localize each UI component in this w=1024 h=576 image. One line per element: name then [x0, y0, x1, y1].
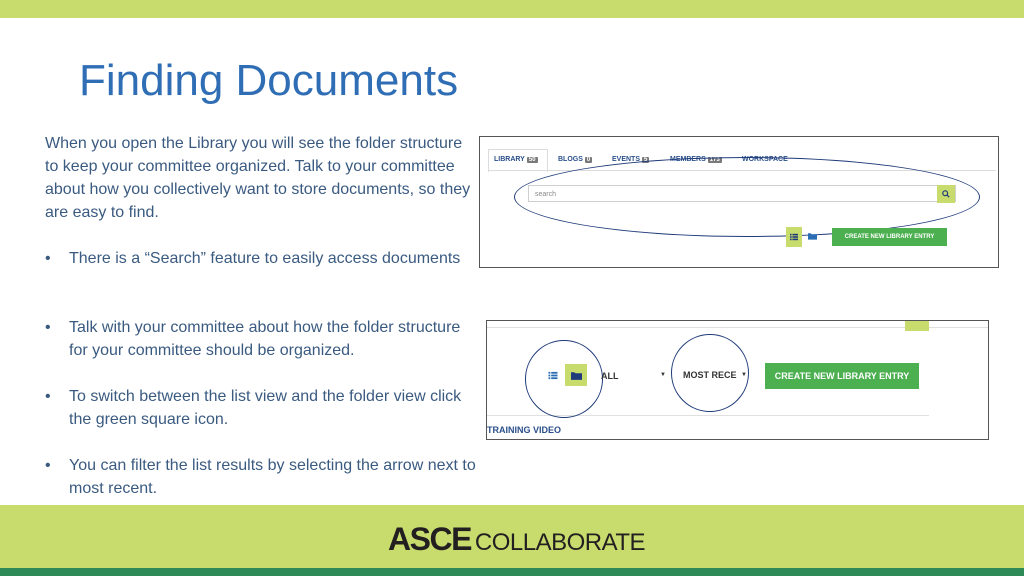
list-icon	[790, 233, 798, 241]
bullet-marker: •	[45, 457, 51, 474]
top-accent-bar	[0, 0, 1024, 18]
folder-icon	[570, 371, 582, 380]
bullet-text: You can filter the list results by selec…	[69, 457, 476, 497]
filter-all-dropdown[interactable]: ALL	[601, 371, 619, 381]
bullet-marker: •	[45, 250, 51, 267]
bullet-text: To switch between the list view and the …	[69, 388, 462, 428]
bullet-text: There is a “Search” feature to easily ac…	[69, 250, 461, 267]
logo-bold-text: ASCE	[388, 521, 472, 557]
training-video-link[interactable]: TRAINING VIDEO	[487, 425, 561, 435]
list-icon[interactable]	[548, 371, 558, 380]
highlight-circle-view-toggle	[525, 340, 603, 418]
footer-accent-line	[0, 568, 1024, 576]
folder-view-button[interactable]	[565, 364, 587, 386]
asce-collaborate-logo: ASCE COLLABORATE	[388, 521, 646, 557]
list-view-button[interactable]	[786, 227, 802, 247]
tab-label: LIBRARY	[494, 156, 525, 163]
tab-library[interactable]: LIBRARY 50	[494, 156, 538, 163]
tab-count-badge: 50	[526, 157, 538, 163]
create-library-entry-button[interactable]: CREATE NEW LIBRARY ENTRY	[832, 228, 947, 246]
slide-title: Finding Documents	[79, 56, 459, 105]
library-screenshot-search: LIBRARY 50 BLOGS 0 EVENTS 5 MEMBERS 173 WORK…	[479, 136, 999, 268]
highlight-oval	[514, 157, 980, 237]
chevron-down-icon[interactable]: ▼	[660, 372, 666, 378]
folder-icon[interactable]	[808, 232, 817, 240]
tab-blogs[interactable]: BLOGS 0	[558, 156, 593, 163]
bullet-text: Talk with your committee about how the f…	[69, 319, 461, 359]
sort-dropdown[interactable]: MOST RECE	[683, 370, 737, 380]
bullet-marker: •	[45, 388, 51, 405]
bullet-marker: •	[45, 319, 51, 336]
intro-paragraph: When you open the Library you will see t…	[45, 135, 471, 221]
green-tab-edge	[905, 321, 929, 331]
create-library-entry-button[interactable]: CREATE NEW LIBRARY ENTRY	[765, 363, 919, 389]
tab-count-badge: 0	[584, 157, 593, 163]
logo-light-text: COLLABORATE	[474, 529, 646, 556]
tab-label: BLOGS	[558, 156, 583, 163]
chevron-down-icon[interactable]: ▼	[741, 372, 747, 378]
library-screenshot-view-toggle: ALL ▼ MOST RECE ▼ CREATE NEW LIBRARY ENT…	[486, 320, 989, 440]
